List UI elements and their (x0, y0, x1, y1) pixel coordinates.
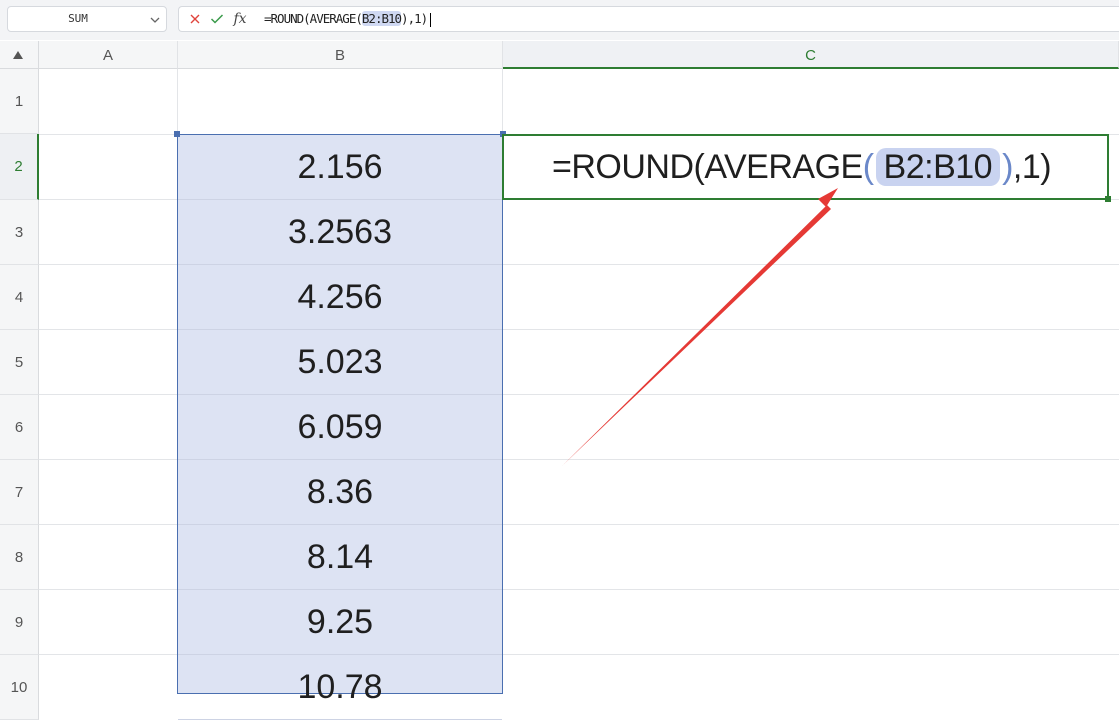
annotation-arrow-icon (562, 188, 838, 466)
